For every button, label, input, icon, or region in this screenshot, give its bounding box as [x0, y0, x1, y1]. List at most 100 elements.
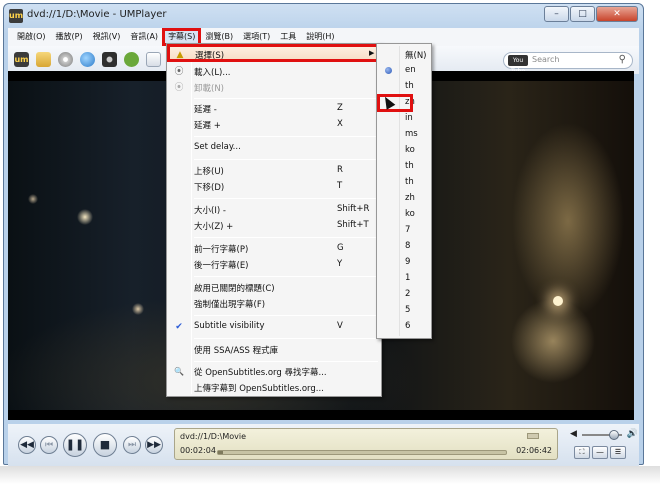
track-item-en[interactable]: en	[379, 63, 429, 79]
menu-video[interactable]: 視訊(V)	[88, 29, 126, 45]
track-label: 9	[405, 257, 411, 267]
stop-button[interactable]: ■	[93, 433, 117, 457]
desktop-edge	[0, 466, 660, 484]
menu-separator	[194, 361, 378, 362]
load-icon: ⦿	[174, 67, 184, 77]
maximize-button[interactable]: □	[570, 6, 595, 22]
subtitles-menu: ▲ 選擇(S) ▶ ⦿ 載入(L)... ⦿ 卸載(N) 延遲 - Z 延遲 +…	[166, 43, 382, 397]
track-item-th-2[interactable]: th	[379, 159, 429, 175]
menu-item-shortcut: T	[337, 181, 343, 191]
playlist-toggle-button[interactable]: ☰	[610, 446, 626, 459]
menu-item-find-opensubtitles[interactable]: 🔍 從 OpenSubtitles.org 尋找字幕...	[169, 364, 379, 380]
track-item-6[interactable]: 6	[379, 319, 429, 335]
menu-open[interactable]: 開啟(O)	[12, 29, 51, 45]
track-item-5[interactable]: 5	[379, 303, 429, 319]
total-time: 02:06:42	[516, 446, 552, 455]
track-label: ko	[405, 209, 415, 219]
display-toggle[interactable]	[527, 433, 539, 439]
track-item-7[interactable]: 7	[379, 223, 429, 239]
volume-down-icon[interactable]: ◀	[570, 429, 577, 439]
menu-item-label: 大小(I) -	[194, 206, 226, 216]
menu-item-load[interactable]: ⦿ 載入(L)...	[169, 64, 379, 80]
close-button[interactable]: ✕	[596, 6, 638, 22]
track-label: th	[405, 81, 414, 91]
track-item-1[interactable]: 1	[379, 271, 429, 287]
track-item-in[interactable]: in	[379, 111, 429, 127]
menu-item-shortcut: Y	[337, 259, 343, 269]
track-item-2[interactable]: 2	[379, 287, 429, 303]
control-bar: ◀◀ ⏮ ❚❚ ■ ⏭ ▶▶ dvd://1/D:\Movie 00:02:04…	[8, 424, 639, 466]
menu-item-size-down[interactable]: 大小(I) - Shift+R	[169, 202, 379, 218]
volume-knob[interactable]	[609, 430, 620, 440]
fullscreen-button[interactable]: ⛶	[574, 446, 590, 459]
menu-item-closed-captions[interactable]: 啟用已關閉的標題(C)	[169, 280, 379, 296]
playlist-icon[interactable]	[146, 52, 161, 67]
menu-item-shortcut: V	[337, 321, 343, 331]
globe-icon[interactable]	[80, 52, 95, 67]
track-label: 2	[405, 289, 411, 299]
menu-item-next-line[interactable]: 後一行字幕(E) Y	[169, 257, 379, 273]
volume-slider[interactable]: ◀ 🔊	[570, 429, 638, 440]
umplayer-icon[interactable]: um	[14, 52, 29, 67]
media-path: dvd://1/D:\Movie	[180, 432, 246, 441]
track-item-none[interactable]: 無(N)	[379, 47, 429, 63]
menu-item-move-down[interactable]: 下移(D) T	[169, 179, 379, 195]
track-item-th-3[interactable]: th	[379, 175, 429, 191]
track-item-ko-2[interactable]: ko	[379, 207, 429, 223]
track-item-8[interactable]: 8	[379, 239, 429, 255]
menu-play[interactable]: 播放(P)	[51, 29, 88, 45]
menu-item-forced-subs[interactable]: 強制僅出現字幕(F)	[169, 296, 379, 312]
seek-bar[interactable]	[217, 450, 507, 455]
menu-item-set-delay[interactable]: Set delay...	[169, 140, 379, 156]
menu-item-label: 延遲 +	[194, 121, 221, 131]
track-item-th[interactable]: th	[379, 79, 429, 95]
subtitle-track-submenu: 無(N) en th zh in ms ko th th zh ko 7 8 9…	[376, 43, 432, 339]
menu-audio[interactable]: 音訊(A)	[125, 29, 163, 45]
menu-item-size-up[interactable]: 大小(Z) + Shift+T	[169, 218, 379, 234]
minimize-button[interactable]: –	[544, 6, 569, 22]
menu-item-shortcut: Shift+T	[337, 220, 369, 230]
rewind-button[interactable]: ◀◀	[18, 436, 36, 454]
menu-item-shortcut: X	[337, 119, 343, 129]
compact-mode-button[interactable]: ―	[592, 446, 608, 459]
menu-separator	[194, 338, 378, 339]
menu-item-subtitle-visibility[interactable]: ✔ Subtitle visibility V	[169, 319, 379, 335]
previous-button[interactable]: ⏮	[40, 436, 58, 454]
menu-item-move-up[interactable]: 上移(U) R	[169, 163, 379, 179]
menu-item-label: 使用 SSA/ASS 程式庫	[194, 346, 279, 356]
camera-icon[interactable]	[102, 52, 117, 67]
menu-item-label: 上移(U)	[194, 167, 224, 177]
menu-item-shortcut: R	[337, 165, 343, 175]
track-item-ko[interactable]: ko	[379, 143, 429, 159]
youtube-search-box[interactable]: You Tube Search ⚲	[503, 52, 633, 75]
menu-item-label: 延遲 -	[194, 105, 217, 115]
light-glow	[553, 296, 563, 306]
track-item-ms[interactable]: ms	[379, 127, 429, 143]
forward-button[interactable]: ▶▶	[145, 436, 163, 454]
pause-button[interactable]: ❚❚	[63, 433, 87, 457]
track-label: zh	[405, 193, 415, 203]
search-icon[interactable]: ⚲	[619, 54, 626, 65]
track-label: in	[405, 113, 413, 123]
track-item-zh-2[interactable]: zh	[379, 191, 429, 207]
title-bar[interactable]: um dvd://1/D:\Movie - UMPlayer – □ ✕	[4, 4, 643, 28]
speaker-icon[interactable]: 🔊	[627, 429, 638, 439]
menu-item-label: 啟用已關閉的標題(C)	[194, 284, 275, 294]
menu-item-ssa-library[interactable]: 使用 SSA/ASS 程式庫	[169, 342, 379, 358]
disc-icon[interactable]	[58, 52, 73, 67]
youtube-logo-icon: You Tube	[508, 55, 528, 75]
track-label: ms	[405, 129, 418, 139]
track-item-9[interactable]: 9	[379, 255, 429, 271]
menu-item-delay-plus[interactable]: 延遲 + X	[169, 117, 379, 133]
search-placeholder: Search	[532, 55, 560, 64]
folder-icon[interactable]	[36, 52, 51, 67]
menu-separator	[194, 237, 378, 238]
menu-item-delay-minus[interactable]: 延遲 - Z	[169, 101, 379, 117]
track-label: th	[405, 161, 414, 171]
menu-separator	[194, 198, 378, 199]
next-button[interactable]: ⏭	[123, 436, 141, 454]
menu-item-label: Subtitle visibility	[194, 321, 265, 331]
menu-item-upload-opensubtitles[interactable]: 上傳字幕到 OpenSubtitles.org...	[169, 380, 379, 396]
menu-item-prev-line[interactable]: 前一行字幕(P) G	[169, 241, 379, 257]
info-icon[interactable]	[124, 52, 139, 67]
